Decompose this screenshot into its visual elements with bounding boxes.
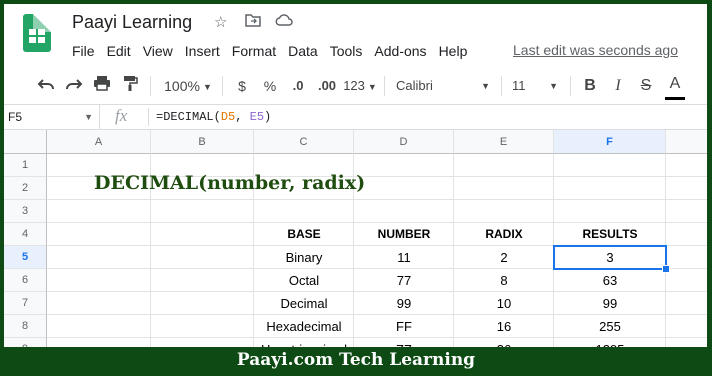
zoom-select[interactable]: 100% ▼	[162, 75, 214, 97]
header-number[interactable]: NUMBER	[354, 223, 454, 246]
star-icon[interactable]: ☆	[214, 13, 227, 31]
column-header-b[interactable]: B	[151, 130, 254, 154]
column-header-extra	[666, 130, 707, 154]
fill-handle[interactable]	[662, 265, 670, 273]
toolbar-divider	[384, 76, 385, 96]
last-edit-link[interactable]: Last edit was seconds ago	[513, 42, 678, 58]
formula-bar: F5 ▼ fx =DECIMAL(D5, E5)	[4, 105, 707, 130]
cell-radix[interactable]: 2	[454, 246, 554, 269]
row-header-3[interactable]: 3	[4, 200, 47, 223]
header-base[interactable]: BASE	[254, 223, 354, 246]
header-radix[interactable]: RADIX	[454, 223, 554, 246]
select-all-corner[interactable]	[4, 130, 47, 154]
print-icon[interactable]	[91, 75, 113, 97]
cell-base[interactable]: Decimal	[254, 292, 354, 315]
fx-icon: fx	[115, 106, 128, 125]
cell-number[interactable]: 99	[354, 292, 454, 315]
row-header-6[interactable]: 6	[4, 269, 47, 292]
increase-decimal-button[interactable]: .00	[314, 75, 340, 97]
cell-base[interactable]: Hexatrigesimal	[254, 338, 354, 347]
column-header-d[interactable]: D	[354, 130, 454, 154]
row-header-7[interactable]: 7	[4, 292, 47, 315]
cell-base[interactable]: Octal	[254, 269, 354, 292]
menu-help[interactable]: Help	[439, 43, 468, 59]
toolbar-divider	[501, 76, 502, 96]
text-color-button[interactable]: A	[665, 75, 685, 100]
cell-number[interactable]: FF	[354, 315, 454, 338]
column-header-e[interactable]: E	[454, 130, 554, 154]
more-formats-button[interactable]: 123 ▼	[343, 75, 377, 97]
row-header-9[interactable]: 9	[4, 338, 47, 347]
italic-button[interactable]: I	[609, 75, 627, 97]
sheet-heading[interactable]: DECIMAL(number, radix)	[94, 172, 365, 194]
percent-format-button[interactable]: %	[261, 75, 279, 97]
paint-format-icon[interactable]	[119, 75, 141, 97]
column-header-c[interactable]: C	[254, 130, 354, 154]
font-size-select[interactable]: 11 ▼	[512, 75, 560, 97]
cell-number[interactable]: ZZ	[354, 338, 454, 347]
spreadsheet-grid[interactable]: A B C D E F 1 2 3 4 5 6 7 8 9 DECIMAL(nu…	[4, 130, 707, 347]
cell-radix[interactable]: 36	[454, 338, 554, 347]
active-cell-selection	[553, 245, 667, 270]
cell-result[interactable]: 99	[554, 292, 666, 315]
toolbar-divider	[222, 76, 223, 96]
header-results[interactable]: RESULTS	[554, 223, 666, 246]
row-header-1[interactable]: 1	[4, 154, 47, 177]
move-folder-icon[interactable]	[245, 13, 261, 31]
menu-format[interactable]: Format	[232, 43, 276, 59]
redo-icon[interactable]	[63, 75, 85, 97]
toolbar-divider	[570, 76, 571, 96]
cell-radix[interactable]: 16	[454, 315, 554, 338]
cloud-status-icon[interactable]	[275, 13, 293, 31]
column-header-a[interactable]: A	[47, 130, 151, 154]
document-title[interactable]: Paayi Learning	[72, 12, 192, 33]
formula-input[interactable]: =DECIMAL(D5, E5)	[156, 105, 271, 129]
row-header-4[interactable]: 4	[4, 223, 47, 246]
cell-radix[interactable]: 10	[454, 292, 554, 315]
cell-result[interactable]: 1295	[554, 338, 666, 347]
formula-divider	[148, 108, 149, 126]
menu-insert[interactable]: Insert	[185, 43, 220, 59]
strikethrough-button[interactable]: S	[637, 75, 655, 97]
cell-base[interactable]: Hexadecimal	[254, 315, 354, 338]
cell-radix[interactable]: 8	[454, 269, 554, 292]
cell-result[interactable]: 63	[554, 269, 666, 292]
grid-line	[47, 199, 707, 200]
menu-view[interactable]: View	[143, 43, 173, 59]
menu-edit[interactable]: Edit	[107, 43, 131, 59]
menu-tools[interactable]: Tools	[330, 43, 363, 59]
spreadsheet-window: Paayi Learning ☆ File Edit View Insert F…	[4, 4, 707, 347]
cell-base[interactable]: Binary	[254, 246, 354, 269]
toolbar-divider	[150, 76, 151, 96]
row-header-8[interactable]: 8	[4, 315, 47, 338]
cell-result[interactable]: 255	[554, 315, 666, 338]
cell-number[interactable]: 77	[354, 269, 454, 292]
decrease-decimal-button[interactable]: .0	[287, 75, 309, 97]
menu-addons[interactable]: Add-ons	[374, 43, 426, 59]
name-box[interactable]: F5 ▼	[4, 105, 100, 129]
cell-number[interactable]: 11	[354, 246, 454, 269]
undo-icon[interactable]	[35, 75, 57, 97]
row-header-2[interactable]: 2	[4, 177, 47, 200]
column-header-f[interactable]: F	[554, 130, 666, 154]
footer-banner: Paayi.com Tech Learning	[236, 350, 476, 370]
font-family-select[interactable]: Calibri ▼	[396, 75, 492, 97]
row-header-5[interactable]: 5	[4, 246, 47, 269]
sheets-logo-icon[interactable]	[23, 14, 51, 52]
menu-data[interactable]: Data	[288, 43, 318, 59]
bold-button[interactable]: B	[581, 75, 599, 97]
menu-bar: File Edit View Insert Format Data Tools …	[72, 43, 479, 59]
toolbar: 100% ▼ $ % .0 .00 123 ▼ Calibri ▼ 11 ▼ B I S…	[4, 68, 707, 105]
currency-format-button[interactable]: $	[233, 75, 251, 97]
menu-file[interactable]: File	[72, 43, 95, 59]
